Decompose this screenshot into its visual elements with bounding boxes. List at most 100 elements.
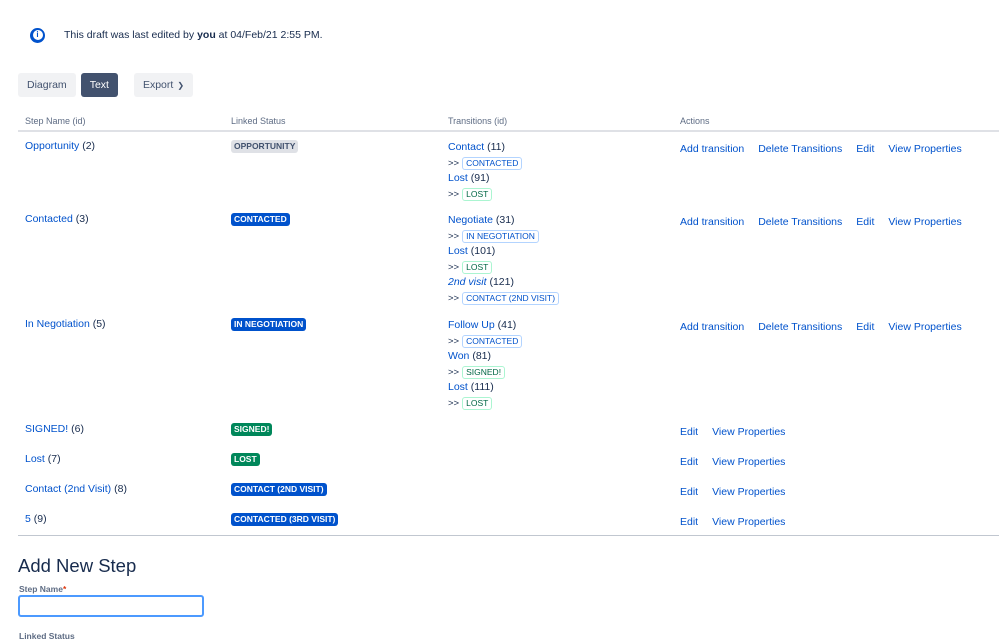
target-status-lozenge: CONTACT (2ND VISIT) (462, 291, 560, 305)
transition-item: Lost (91) (448, 171, 673, 187)
step-id: (7) (47, 453, 61, 465)
arrow-icon: >> (448, 335, 460, 347)
action-edit[interactable]: Edit (856, 321, 874, 333)
step-name-cell: In Negotiation (5) (18, 310, 224, 415)
target-status-lozenge: CONTACTED (462, 156, 523, 170)
action-view-properties[interactable]: View Properties (712, 486, 785, 498)
table-row: Contact (2nd Visit) (8) CONTACT (2ND VISI… (18, 475, 999, 505)
arrow-icon: >> (448, 188, 460, 200)
linked-status-cell: IN NEGOTIATION (224, 310, 441, 415)
transition-target: >> SIGNED! (448, 365, 673, 381)
action-view-properties[interactable]: View Properties (888, 216, 961, 228)
step-id: (3) (75, 213, 89, 225)
action-edit[interactable]: Edit (680, 456, 698, 468)
transition-item: Contact (11) (448, 140, 673, 156)
step-name-link[interactable]: Contacted (25, 213, 73, 225)
step-name-link[interactable]: SIGNED! (25, 423, 68, 435)
action-view-properties[interactable]: View Properties (888, 143, 961, 155)
linked-status-cell: OPPORTUNITY (224, 131, 441, 205)
step-name-cell: SIGNED! (6) (18, 415, 224, 445)
transition-link[interactable]: Contact (448, 141, 484, 153)
chevron-down-icon: ❯ (177, 80, 185, 90)
action-edit[interactable]: Edit (856, 216, 874, 228)
transitions-cell (441, 505, 673, 536)
step-name-input[interactable] (18, 595, 204, 617)
transition-link[interactable]: Won (448, 350, 469, 362)
action-edit[interactable]: Edit (856, 143, 874, 155)
transitions-cell: Contact (11) >> CONTACTED Lost (91) >> LOST (441, 131, 673, 205)
actions-cell: Add transition Delete Transitions Edit View… (673, 131, 999, 205)
view-toolbar: Diagram Text Export ❯ (18, 73, 194, 97)
step-name-link[interactable]: Opportunity (25, 140, 79, 152)
arrow-icon: >> (448, 397, 460, 409)
text-button[interactable]: Text (80, 73, 118, 97)
step-name-cell: Lost (7) (18, 445, 224, 475)
actions-cell: Edit View Properties (673, 505, 999, 536)
add-new-step-title: Add New Step (18, 555, 137, 576)
draft-banner: i This draft was last edited by you at 0… (30, 27, 323, 43)
transitions-cell (441, 475, 673, 505)
actions-cell: Edit View Properties (673, 415, 999, 445)
action-edit[interactable]: Edit (680, 516, 698, 528)
transition-target: >> CONTACT (2ND VISIT) (448, 291, 673, 307)
transition-link[interactable]: Negotiate (448, 214, 493, 226)
column-header-linked-status: Linked Status (224, 112, 441, 132)
export-button[interactable]: Export ❯ (133, 73, 194, 97)
transition-id: (41) (497, 319, 517, 331)
status-lozenge: CONTACTED (231, 213, 290, 226)
action-delete-transitions[interactable]: Delete Transitions (758, 321, 842, 333)
transition-target: >> LOST (448, 396, 673, 412)
actions-cell: Add transition Delete Transitions Edit View… (673, 310, 999, 415)
status-lozenge: IN NEGOTIATION (231, 318, 307, 331)
action-view-properties[interactable]: View Properties (712, 426, 785, 438)
table-row: Lost (7) LOST Edit View Properties (18, 445, 999, 475)
transition-link[interactable]: Lost (448, 172, 468, 184)
action-add-transition[interactable]: Add transition (680, 216, 744, 228)
linked-status-cell: CONTACT (2ND VISIT) (224, 475, 441, 505)
diagram-button[interactable]: Diagram (18, 73, 76, 97)
transitions-cell (441, 445, 673, 475)
transition-target: >> CONTACTED (448, 156, 673, 172)
transition-item: 2nd visit (121) (448, 275, 673, 291)
transitions-cell: Follow Up (41) >> CONTACTED Won (81) >> SIGNE… (441, 310, 673, 415)
status-lozenge: LOST (231, 453, 260, 466)
transition-id: (31) (495, 214, 515, 226)
action-delete-transitions[interactable]: Delete Transitions (758, 143, 842, 155)
target-status-lozenge: CONTACTED (462, 334, 523, 348)
transition-link[interactable]: Follow Up (448, 319, 495, 331)
action-delete-transitions[interactable]: Delete Transitions (758, 216, 842, 228)
transition-target: >> LOST (448, 260, 673, 276)
step-name-cell: Contacted (3) (18, 205, 224, 310)
status-lozenge: SIGNED! (231, 423, 273, 436)
transition-link[interactable]: Lost (448, 381, 468, 393)
transition-link[interactable]: Lost (448, 245, 468, 257)
step-id: (5) (92, 318, 106, 330)
table-row: SIGNED! (6) SIGNED! Edit View Properties (18, 415, 999, 445)
action-add-transition[interactable]: Add transition (680, 143, 744, 155)
status-lozenge: CONTACT (2ND VISIT) (231, 483, 327, 496)
draft-banner-text: This draft was last edited by you at 04/… (64, 29, 323, 41)
arrow-icon: >> (448, 261, 460, 273)
action-view-properties[interactable]: View Properties (712, 516, 785, 528)
linked-status-cell: LOST (224, 445, 441, 475)
step-name-link[interactable]: Contact (2nd Visit) (25, 483, 111, 495)
action-add-transition[interactable]: Add transition (680, 321, 744, 333)
status-lozenge: OPPORTUNITY (231, 140, 299, 153)
step-name-link[interactable]: Lost (25, 453, 45, 465)
status-lozenge: CONTACTED (3RD VISIT) (231, 513, 339, 526)
actions-cell: Edit View Properties (673, 445, 999, 475)
action-edit[interactable]: Edit (680, 486, 698, 498)
transition-item: Won (81) (448, 349, 673, 365)
steps-table: Step Name (id) Linked Status Transitions… (18, 112, 999, 536)
step-name-link[interactable]: In Negotiation (25, 318, 90, 330)
target-status-lozenge: SIGNED! (462, 365, 506, 379)
step-name-link[interactable]: 5 (25, 513, 31, 525)
action-view-properties[interactable]: View Properties (712, 456, 785, 468)
transitions-cell (441, 415, 673, 445)
action-view-properties[interactable]: View Properties (888, 321, 961, 333)
action-edit[interactable]: Edit (680, 426, 698, 438)
table-row: 5 (9) CONTACTED (3RD VISIT) Edit View Prope… (18, 505, 999, 536)
target-status-lozenge: LOST (462, 187, 493, 201)
column-header-step-name: Step Name (id) (18, 112, 224, 132)
transition-link[interactable]: 2nd visit (448, 276, 487, 288)
